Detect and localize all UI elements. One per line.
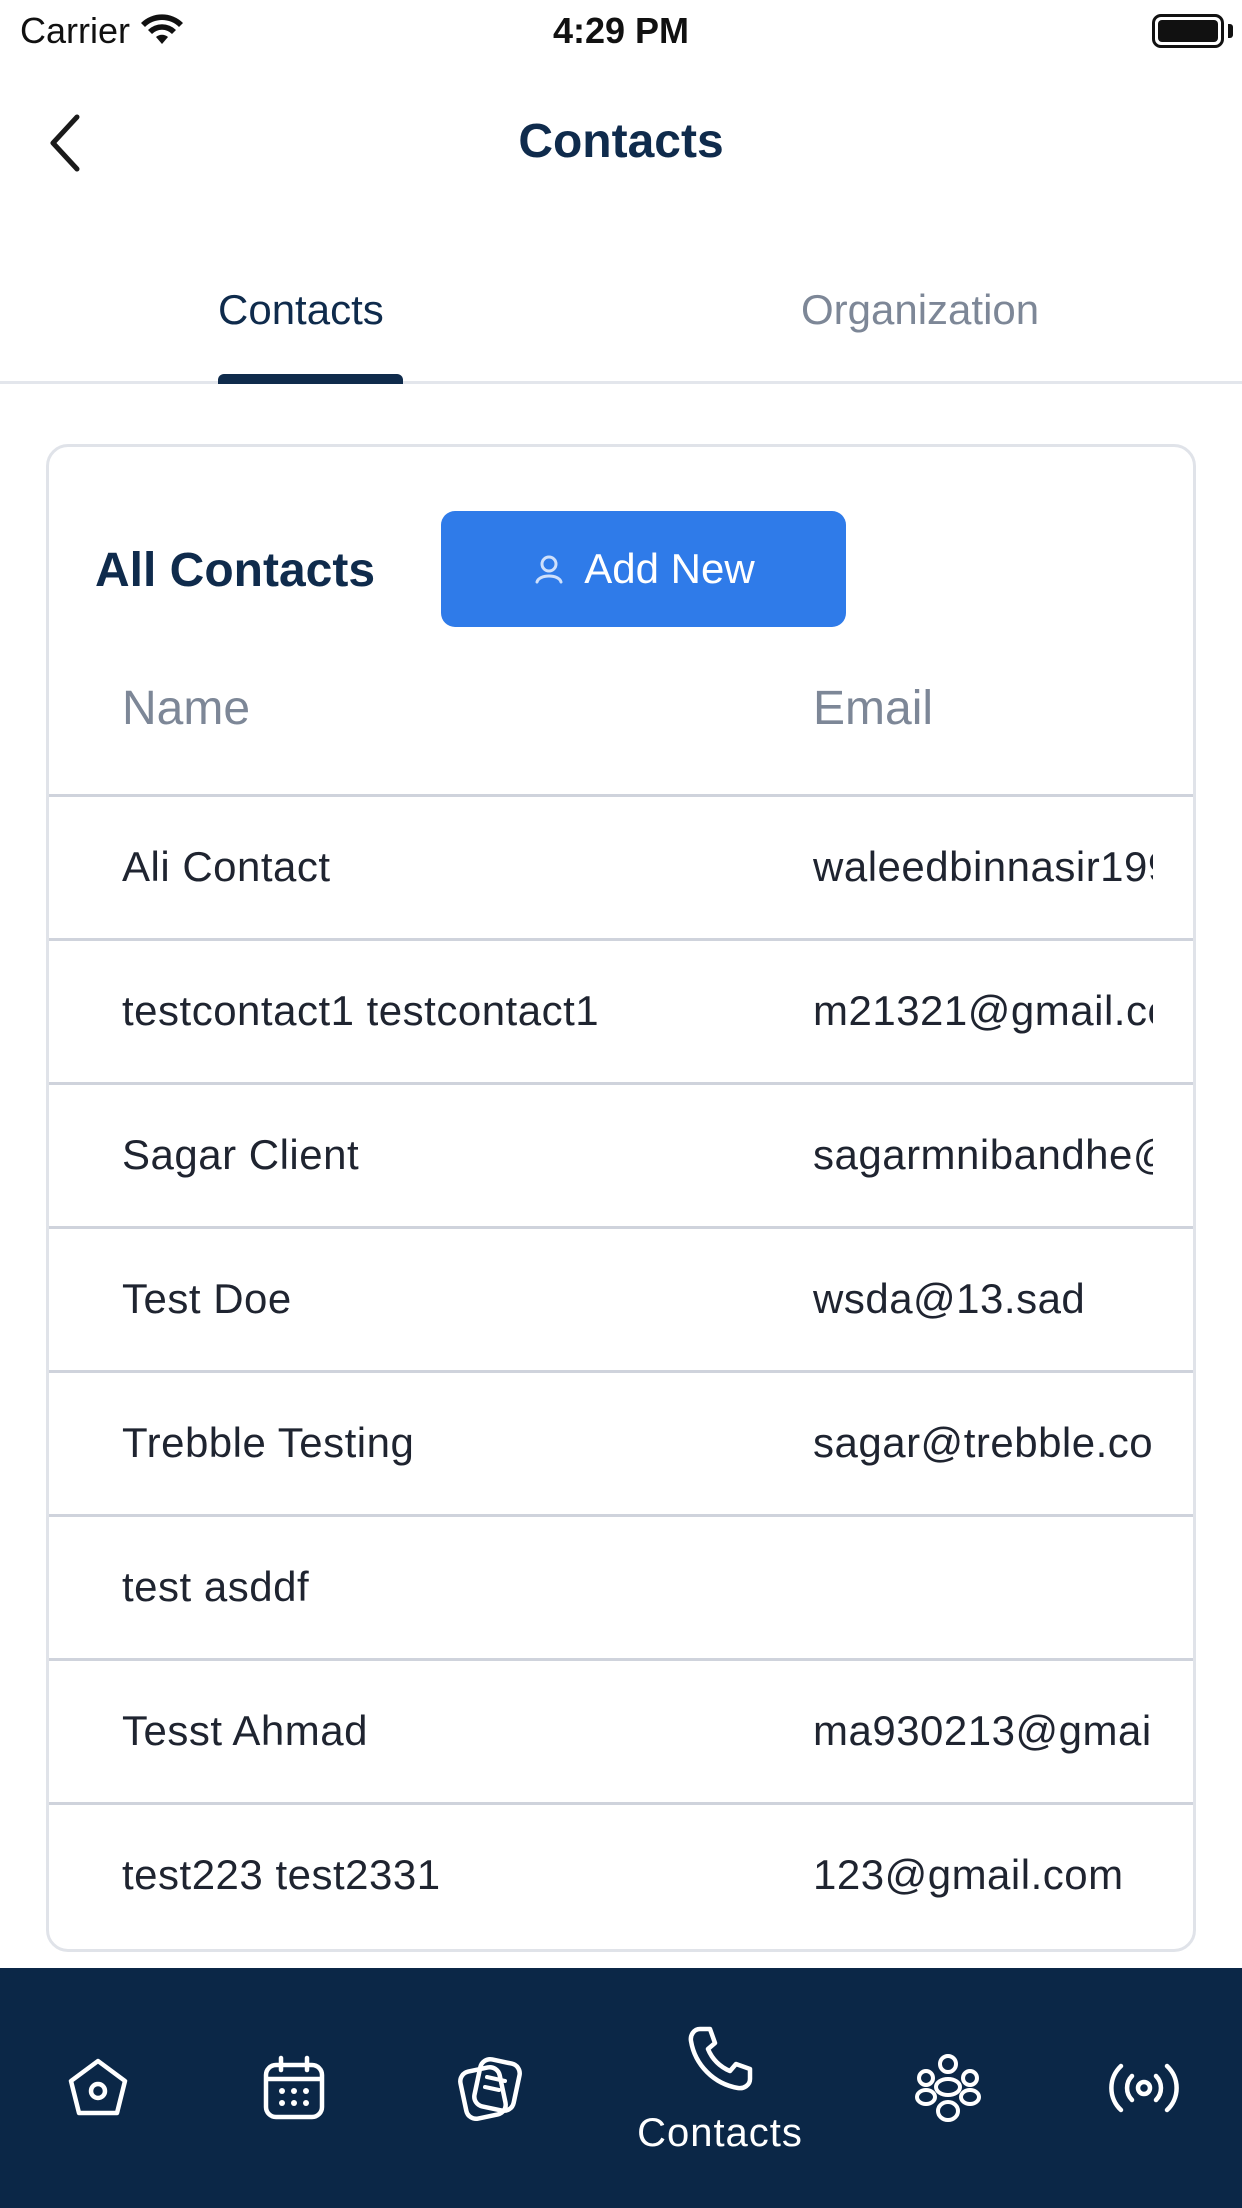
contact-email: waleedbinnasir199	[813, 843, 1153, 890]
contacts-card: All Contacts Add New Name Email Ali Cont…	[46, 444, 1196, 1952]
table-row[interactable]: Tesst Ahmad ma930213@gmail.c	[49, 1661, 1193, 1805]
broadcast-icon	[1109, 2063, 1179, 2113]
tab-organization[interactable]: Organization	[801, 286, 1039, 334]
contact-email: sagar@trebble.com	[813, 1419, 1153, 1466]
nav-item-notes[interactable]	[440, 1968, 540, 2208]
column-header-email: Email	[813, 682, 934, 735]
table-row[interactable]: Test Doe wsda@13.sad	[49, 1229, 1193, 1373]
nav-item-contacts[interactable]: Contacts	[600, 1968, 840, 2208]
table-row[interactable]: Ali Contact waleedbinnasir199	[49, 797, 1193, 941]
contact-name: test223 test2331	[122, 1851, 441, 1898]
header: Contacts	[0, 90, 1242, 200]
contact-name: Ali Contact	[122, 843, 331, 890]
calendar-icon	[263, 2055, 325, 2120]
column-header-name: Name	[122, 682, 251, 735]
home-icon	[68, 2058, 128, 2116]
contact-email: 123@gmail.com	[813, 1851, 1124, 1898]
add-new-button[interactable]: Add New	[441, 511, 846, 627]
table-row[interactable]: Sagar Client sagarmnibandhe@g	[49, 1085, 1193, 1229]
contact-name: Test Doe	[122, 1275, 292, 1322]
contact-name: Sagar Client	[122, 1131, 360, 1178]
nav-item-home[interactable]	[48, 1968, 148, 2208]
table-row[interactable]: testcontact1 testcontact1 m21321@gmail.c…	[49, 941, 1193, 1085]
contact-name: test asddf	[122, 1563, 310, 1610]
status-time: 4:29 PM	[552, 10, 690, 51]
table-row[interactable]: Trebble Testing sagar@trebble.com	[49, 1373, 1193, 1517]
notes-icon	[458, 2056, 522, 2122]
add-user-icon	[535, 555, 563, 584]
tab-contacts[interactable]: Contacts	[218, 286, 384, 334]
phone-icon	[688, 2026, 753, 2090]
nav-item-calendar[interactable]	[244, 1968, 344, 2208]
battery-tip	[1228, 24, 1233, 38]
table-header: Name Email	[49, 637, 1193, 797]
nav-label-contacts: Contacts	[637, 2110, 803, 2155]
page-title: Contacts	[518, 115, 724, 168]
contact-name: testcontact1 testcontact1	[122, 987, 600, 1034]
nav-item-broadcast[interactable]	[1094, 1968, 1194, 2208]
battery-icon	[1152, 14, 1224, 48]
contacts-table-body: Ali Contact waleedbinnasir199 testcontac…	[49, 797, 1193, 1949]
table-row[interactable]: test223 test2331 123@gmail.com	[49, 1805, 1193, 1949]
tab-bar: Contacts Organization	[0, 250, 1242, 384]
nav-item-team[interactable]	[898, 1968, 998, 2208]
contact-email: sagarmnibandhe@g	[813, 1131, 1153, 1178]
table-row[interactable]: test asddf	[49, 1517, 1193, 1661]
bottom-nav: Contacts	[0, 1968, 1242, 2208]
contact-name: Trebble Testing	[122, 1419, 415, 1466]
contact-email: m21321@gmail.com	[813, 987, 1153, 1034]
status-bar: Carrier 4:29 PM	[0, 0, 1242, 62]
add-new-label: Add New	[584, 545, 755, 592]
contact-email: ma930213@gmail.c	[813, 1707, 1153, 1754]
active-tab-indicator	[218, 374, 403, 384]
contact-email: wsda@13.sad	[813, 1275, 1086, 1322]
contact-name: Tesst Ahmad	[122, 1707, 368, 1754]
card-title: All Contacts	[95, 544, 376, 597]
card-header: All Contacts Add New	[49, 447, 1193, 637]
team-icon	[915, 2054, 981, 2122]
